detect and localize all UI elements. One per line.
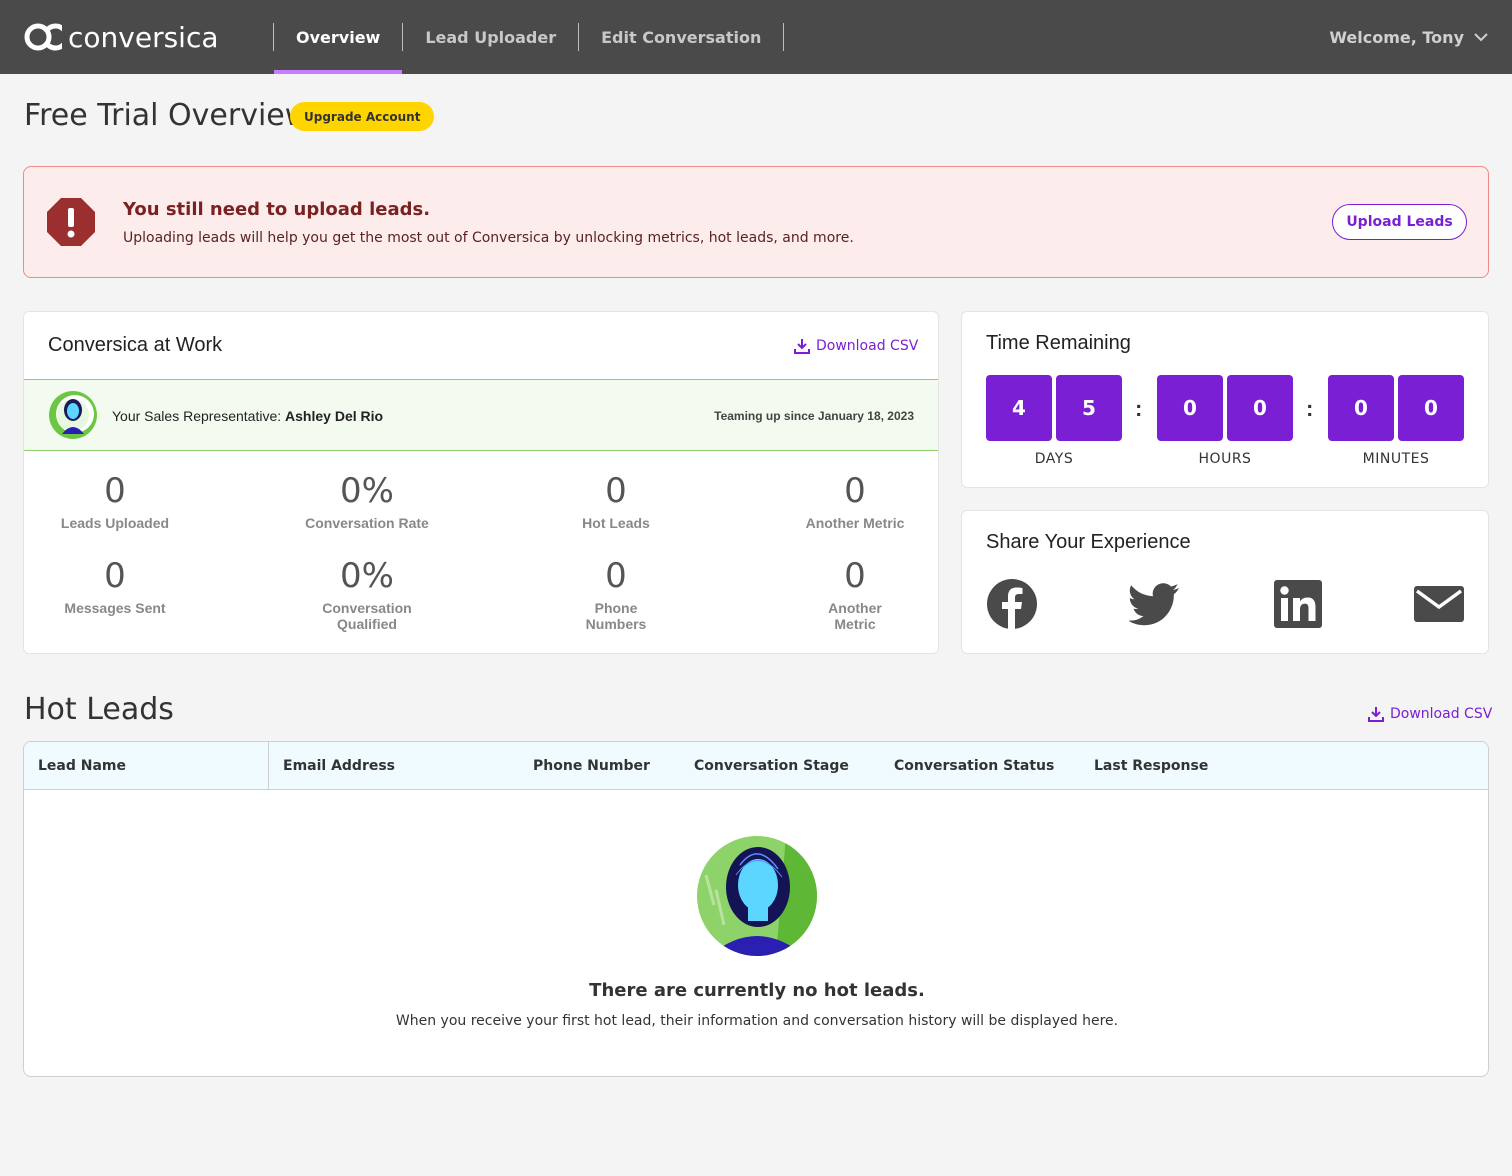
metric-value: 0% [340, 556, 394, 596]
download-csv-label: Download CSV [1390, 706, 1493, 722]
metric-value: 0 [104, 556, 126, 596]
timer-unit-hours: HOURS [1198, 451, 1252, 467]
metric-value: 0 [605, 471, 627, 511]
column-header-last-response[interactable]: Last Response [1094, 742, 1208, 790]
nav-lead-uploader[interactable]: Lead Uploader [403, 0, 578, 74]
empty-state-illustration [697, 836, 817, 956]
metric-label: Another Metric [805, 515, 905, 531]
metric-value: 0 [844, 471, 866, 511]
metric-value: 0% [340, 471, 394, 511]
nav-edit-conversation[interactable]: Edit Conversation [579, 0, 783, 74]
metric-conversation-qualified: 0% Conversation Qualified [292, 556, 442, 632]
metric-value: 0 [104, 471, 126, 511]
metric-value: 0 [844, 556, 866, 596]
empty-state-text: When you receive your first hot lead, th… [395, 1013, 1119, 1029]
upload-leads-alert: You still need to upload leads. Uploadin… [23, 166, 1489, 278]
column-header-conversation-stage[interactable]: Conversation Stage [694, 742, 849, 790]
metric-label: Messages Sent [64, 600, 166, 616]
conversica-logo[interactable]: conversica [24, 19, 219, 55]
hot-leads-table: Lead Name Email Address Phone Number Con… [23, 741, 1489, 1077]
download-icon [794, 339, 810, 354]
teaming-since: Teaming up since January 18, 2023 [714, 409, 914, 423]
logo-text: conversica [68, 20, 219, 54]
hot-leads-download-csv-link[interactable]: Download CSV [1368, 706, 1492, 722]
upgrade-account-button[interactable]: Upgrade Account [290, 102, 435, 131]
facebook-icon[interactable] [986, 578, 1038, 630]
metric-value: 0 [605, 556, 627, 596]
metric-label: Another Metric [828, 600, 882, 632]
email-icon[interactable] [1413, 578, 1465, 630]
linkedin-icon[interactable] [1272, 578, 1324, 630]
column-header-phone[interactable]: Phone Number [533, 742, 650, 790]
download-csv-label: Download CSV [816, 338, 919, 354]
timer-separator: : [1135, 396, 1143, 421]
metric-another: 0 Another Metric [755, 471, 955, 531]
card-title: Conversica at Work [48, 334, 223, 356]
sales-rep-text: Your Sales Representative: Ashley Del Ri… [112, 408, 383, 424]
twitter-icon[interactable] [1129, 578, 1181, 630]
timer-digit: 5 [1056, 375, 1122, 441]
chevron-down-icon [1474, 33, 1488, 42]
time-remaining-card: Time Remaining 4 5 : 0 0 : 0 0 DAYS HOUR… [961, 311, 1489, 488]
conversica-logo-icon [24, 23, 62, 51]
card-title: Share Your Experience [986, 531, 1191, 553]
metric-messages-sent: 0 Messages Sent [15, 556, 215, 616]
alert-octagon-icon [47, 198, 95, 246]
metric-label: Hot Leads [582, 515, 650, 531]
main-nav: Overview Lead Uploader Edit Conversation [273, 0, 785, 74]
timer-unit-minutes: MINUTES [1362, 451, 1430, 467]
timer-digit: 0 [1398, 375, 1464, 441]
alert-title: You still need to upload leads. [123, 199, 431, 220]
metric-label: Conversation Rate [305, 515, 429, 531]
rep-prefix: Your Sales Representative: [112, 408, 286, 424]
rep-name: Ashley Del Rio [285, 408, 384, 424]
hot-leads-title: Hot Leads [24, 692, 174, 727]
metric-label: Phone Numbers [585, 600, 647, 632]
nav-overview[interactable]: Overview [274, 0, 403, 74]
metric-phone-numbers: 0 Phone Numbers [576, 556, 656, 632]
upload-leads-button[interactable]: Upload Leads [1332, 204, 1467, 240]
user-menu[interactable]: Welcome, Tony [1329, 0, 1488, 74]
metric-another-2: 0 Another Metric [815, 556, 895, 632]
timer-digit: 0 [1328, 375, 1394, 441]
timer-digit: 0 [1157, 375, 1223, 441]
conversica-at-work-card: Conversica at Work Download CSV Your Sal… [23, 311, 939, 654]
timer-separator: : [1306, 396, 1314, 421]
card-title: Time Remaining [986, 332, 1131, 354]
table-header: Lead Name Email Address Phone Number Con… [24, 742, 1488, 790]
timer-digit: 4 [986, 375, 1052, 441]
column-header-lead-name[interactable]: Lead Name [38, 742, 126, 790]
column-header-conversation-status[interactable]: Conversation Status [894, 742, 1054, 790]
timer-unit-days: DAYS [1034, 451, 1074, 467]
metric-conversation-rate: 0% Conversation Rate [267, 471, 467, 531]
share-experience-card: Share Your Experience [961, 510, 1489, 654]
page-title: Free Trial Overview [24, 98, 310, 133]
welcome-text: Welcome, Tony [1329, 27, 1464, 47]
rep-avatar [49, 391, 97, 439]
empty-state-title: There are currently no hot leads. [589, 980, 925, 1001]
metric-label: Conversation Qualified [322, 600, 412, 632]
top-navbar: conversica Overview Lead Uploader Edit C… [0, 0, 1512, 74]
download-icon [1368, 707, 1384, 722]
download-csv-link[interactable]: Download CSV [794, 338, 918, 354]
column-divider[interactable] [268, 742, 269, 790]
metric-hot-leads: 0 Hot Leads [516, 471, 716, 531]
metric-leads-uploaded: 0 Leads Uploaded [15, 471, 215, 531]
timer-digit: 0 [1227, 375, 1293, 441]
nav-divider [783, 23, 785, 51]
alert-text: Uploading leads will help you get the mo… [123, 230, 854, 246]
sales-rep-strip: Your Sales Representative: Ashley Del Ri… [24, 379, 938, 451]
metric-label: Leads Uploaded [60, 515, 170, 531]
column-header-email[interactable]: Email Address [283, 742, 395, 790]
